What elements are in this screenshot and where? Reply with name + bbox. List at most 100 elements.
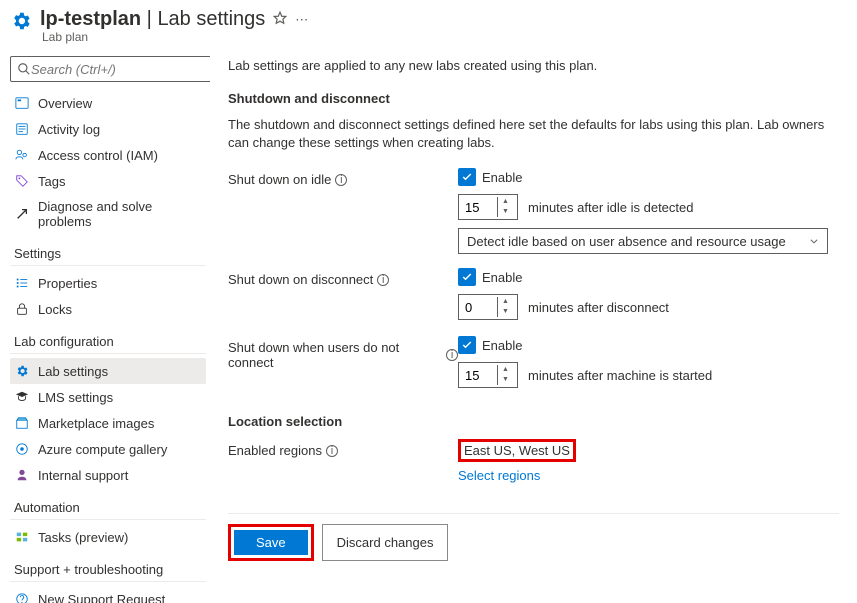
nav-diagnose[interactable]: Diagnose and solve problems bbox=[10, 194, 206, 234]
nav-label: Overview bbox=[38, 96, 92, 111]
support-request-icon bbox=[14, 591, 30, 603]
gear-icon bbox=[14, 363, 30, 379]
nav-divider bbox=[10, 519, 206, 520]
nav-label: Tasks (preview) bbox=[38, 530, 128, 545]
nav-section-labconfig: Lab configuration bbox=[14, 334, 206, 349]
nav-label: Activity log bbox=[38, 122, 100, 137]
enable-label: Enable bbox=[482, 270, 522, 285]
content-pane: Lab settings are applied to any new labs… bbox=[210, 48, 857, 603]
marketplace-icon bbox=[14, 415, 30, 431]
tag-icon bbox=[14, 173, 30, 189]
diagnose-icon bbox=[14, 206, 30, 222]
save-button[interactable]: Save bbox=[234, 530, 308, 555]
nav-section-support: Support + troubleshooting bbox=[14, 562, 206, 577]
more-actions-icon[interactable]: ⋯ bbox=[295, 12, 308, 28]
idle-after-label: minutes after idle is detected bbox=[528, 200, 693, 215]
nav-access-control[interactable]: Access control (IAM) bbox=[10, 142, 206, 168]
page-header: lp-testplan | Lab settings ⋯ Lab plan bbox=[0, 0, 857, 48]
info-icon[interactable]: i bbox=[335, 174, 347, 186]
noconnect-enable-checkbox[interactable] bbox=[458, 336, 476, 354]
info-icon[interactable]: i bbox=[326, 445, 338, 457]
nav-overview[interactable]: Overview bbox=[10, 90, 206, 116]
noconnect-minutes-input[interactable]: ▲▼ bbox=[458, 362, 518, 388]
overview-icon bbox=[14, 95, 30, 111]
noconnect-after-label: minutes after machine is started bbox=[528, 368, 712, 383]
select-regions-link[interactable]: Select regions bbox=[458, 468, 540, 483]
nav-marketplace[interactable]: Marketplace images bbox=[10, 410, 206, 436]
shutdown-heading: Shutdown and disconnect bbox=[228, 91, 839, 106]
nav-label: Azure compute gallery bbox=[38, 442, 167, 457]
enable-label: Enable bbox=[482, 338, 522, 353]
nav-locks[interactable]: Locks bbox=[10, 296, 206, 322]
nav-activity-log[interactable]: Activity log bbox=[10, 116, 206, 142]
gear-icon bbox=[10, 10, 32, 35]
noconnect-label: Shut down when users do not connecti bbox=[228, 336, 458, 370]
search-icon bbox=[17, 62, 31, 76]
nav-label: LMS settings bbox=[38, 390, 113, 405]
nav-label: Diagnose and solve problems bbox=[38, 199, 202, 229]
dropdown-value: Detect idle based on user absence and re… bbox=[467, 234, 786, 249]
nav-lms-settings[interactable]: LMS settings bbox=[10, 384, 206, 410]
nav-label: New Support Request bbox=[38, 592, 165, 603]
regions-value-highlight: East US, West US bbox=[458, 439, 576, 462]
spin-up-icon[interactable]: ▲ bbox=[498, 297, 513, 307]
activity-log-icon bbox=[14, 121, 30, 137]
nav-properties[interactable]: Properties bbox=[10, 270, 206, 296]
search-input-wrapper[interactable] bbox=[10, 56, 210, 82]
support-person-icon bbox=[14, 467, 30, 483]
iam-icon bbox=[14, 147, 30, 163]
discard-button[interactable]: Discard changes bbox=[322, 524, 449, 561]
nav-label: Marketplace images bbox=[38, 416, 154, 431]
shutdown-description: The shutdown and disconnect settings def… bbox=[228, 116, 839, 152]
nav-internal-support[interactable]: Internal support bbox=[10, 462, 206, 488]
favorite-star-icon[interactable] bbox=[273, 11, 287, 28]
idle-minutes-input[interactable]: ▲▼ bbox=[458, 194, 518, 220]
spin-down-icon[interactable]: ▼ bbox=[498, 207, 513, 217]
nav-tasks[interactable]: Tasks (preview) bbox=[10, 524, 206, 550]
command-bar: Save Discard changes bbox=[228, 513, 839, 561]
nav-label: Properties bbox=[38, 276, 97, 291]
idle-label: Shut down on idlei bbox=[228, 168, 458, 187]
disconnect-after-label: minutes after disconnect bbox=[528, 300, 669, 315]
spin-up-icon[interactable]: ▲ bbox=[498, 197, 513, 207]
properties-icon bbox=[14, 275, 30, 291]
intro-text: Lab settings are applied to any new labs… bbox=[228, 58, 839, 73]
idle-detection-dropdown[interactable]: Detect idle based on user absence and re… bbox=[458, 228, 828, 254]
nav-divider bbox=[10, 581, 206, 582]
spin-down-icon[interactable]: ▼ bbox=[498, 307, 513, 317]
disconnect-enable-checkbox[interactable] bbox=[458, 268, 476, 286]
info-icon[interactable]: i bbox=[377, 274, 389, 286]
regions-value: East US, West US bbox=[464, 443, 570, 458]
nav-label: Access control (IAM) bbox=[38, 148, 158, 163]
location-heading: Location selection bbox=[228, 414, 839, 429]
nav-label: Locks bbox=[38, 302, 72, 317]
page-title: lp-testplan | Lab settings bbox=[40, 8, 265, 31]
save-highlight: Save bbox=[228, 524, 314, 561]
graduation-cap-icon bbox=[14, 389, 30, 405]
spin-up-icon[interactable]: ▲ bbox=[498, 365, 513, 375]
nav-new-support-request[interactable]: New Support Request bbox=[10, 586, 206, 603]
spin-down-icon[interactable]: ▼ bbox=[498, 375, 513, 385]
nav-label: Tags bbox=[38, 174, 65, 189]
chevron-down-icon bbox=[809, 234, 819, 249]
search-input[interactable] bbox=[31, 62, 209, 77]
nav-label: Lab settings bbox=[38, 364, 108, 379]
gallery-icon bbox=[14, 441, 30, 457]
idle-enable-checkbox[interactable] bbox=[458, 168, 476, 186]
nav-lab-settings[interactable]: Lab settings bbox=[10, 358, 206, 384]
sidebar: « Overview Activity log Access control (… bbox=[0, 48, 210, 603]
enable-label: Enable bbox=[482, 170, 522, 185]
nav-section-settings: Settings bbox=[14, 246, 206, 261]
nav-gallery[interactable]: Azure compute gallery bbox=[10, 436, 206, 462]
resource-type-label: Lab plan bbox=[42, 30, 308, 44]
lock-icon bbox=[14, 301, 30, 317]
nav-divider bbox=[10, 265, 206, 266]
disconnect-minutes-input[interactable]: ▲▼ bbox=[458, 294, 518, 320]
regions-label: Enabled regionsi bbox=[228, 439, 458, 458]
nav-label: Internal support bbox=[38, 468, 128, 483]
info-icon[interactable]: i bbox=[446, 349, 458, 361]
nav-section-automation: Automation bbox=[14, 500, 206, 515]
tasks-icon bbox=[14, 529, 30, 545]
disconnect-label: Shut down on disconnecti bbox=[228, 268, 458, 287]
nav-tags[interactable]: Tags bbox=[10, 168, 206, 194]
